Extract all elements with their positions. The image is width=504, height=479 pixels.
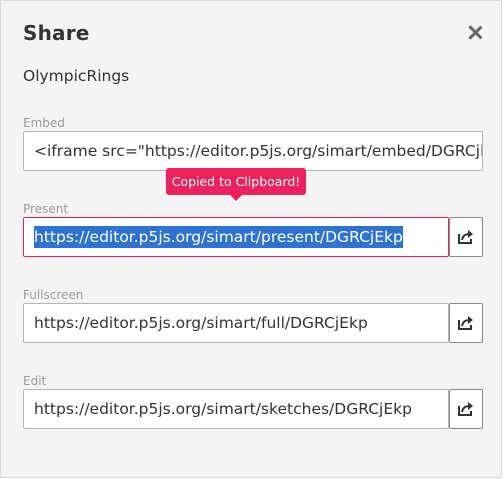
fullscreen-input-value: https://editor.p5js.org/simart/full/DGRC… (34, 314, 368, 332)
edit-input-value: https://editor.p5js.org/simart/sketches/… (34, 400, 412, 418)
share-external-icon (458, 402, 473, 416)
modal-title: Share (23, 21, 90, 45)
edit-input[interactable]: https://editor.p5js.org/simart/sketches/… (23, 389, 449, 429)
sketch-name: OlympicRings (23, 67, 130, 85)
embed-input[interactable]: <iframe src="https://editor.p5js.org/sim… (23, 131, 483, 171)
share-modal: Share OlympicRings Embed <iframe src="ht… (0, 0, 502, 478)
fullscreen-share-button[interactable] (449, 303, 483, 343)
fullscreen-label: Fullscreen (23, 288, 84, 302)
present-input[interactable]: https://editor.p5js.org/simart/present/D… (22, 216, 450, 258)
edit-share-button[interactable] (449, 389, 483, 429)
present-label: Present (23, 202, 69, 216)
close-icon[interactable] (463, 21, 487, 45)
present-input-value: https://editor.p5js.org/simart/present/D… (34, 226, 403, 248)
embed-label: Embed (23, 116, 65, 130)
embed-input-value: <iframe src="https://editor.p5js.org/sim… (34, 142, 482, 160)
fullscreen-input[interactable]: https://editor.p5js.org/simart/full/DGRC… (23, 303, 449, 343)
share-external-icon (458, 316, 473, 330)
edit-label: Edit (23, 374, 47, 388)
copied-tooltip: Copied to Clipboard! (166, 168, 306, 201)
share-external-icon (458, 230, 473, 244)
present-share-button[interactable] (449, 217, 483, 257)
